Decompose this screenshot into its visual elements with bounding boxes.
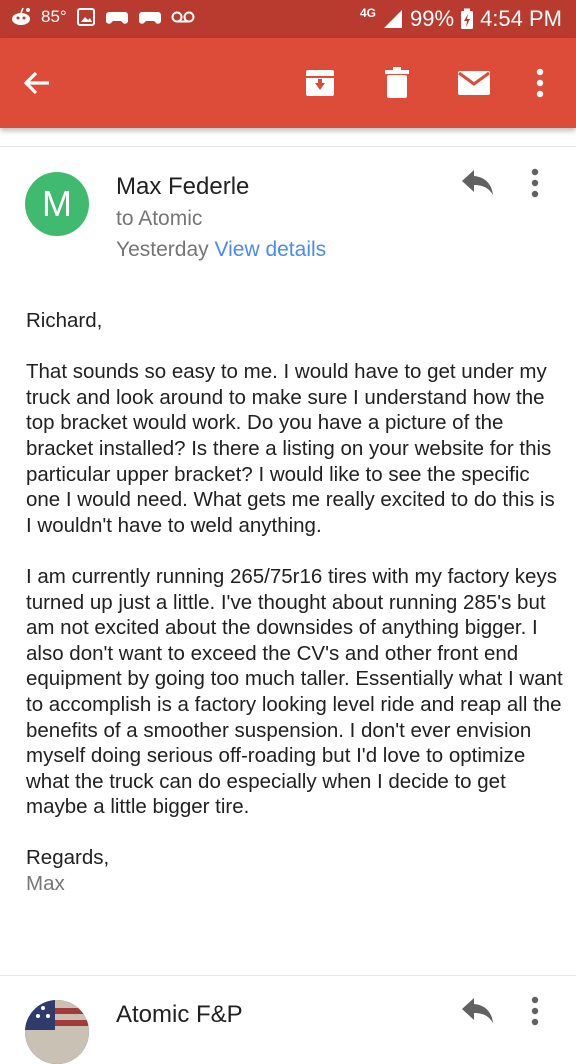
clock: 4:54 PM [480, 6, 562, 31]
reply-icon [462, 170, 493, 195]
status-bar: 85° 4G 99% 4:54 PM [0, 0, 576, 38]
view-details-link[interactable]: View details [214, 238, 326, 261]
battery-charging-icon [461, 8, 474, 29]
gamepad-icon [138, 12, 161, 24]
closing: Regards, [26, 846, 110, 870]
recipient-line: to Atomic [116, 207, 203, 230]
sender-name: Atomic F&P [116, 1001, 243, 1028]
message-more-button[interactable] [530, 168, 558, 204]
greeting: Richard, [26, 309, 103, 332]
toolbar [0, 38, 576, 128]
voicemail-icon [171, 11, 195, 23]
network-type: 4G [360, 6, 377, 20]
mark-unread-button[interactable] [451, 60, 497, 106]
signal-icon [384, 10, 403, 28]
divider [0, 975, 576, 976]
back-arrow-icon [23, 71, 49, 95]
image-icon [76, 8, 95, 26]
avatar[interactable]: M [25, 172, 89, 236]
message-date: Yesterday [116, 238, 209, 261]
reply-icon [462, 998, 493, 1023]
gamepad-icon [105, 12, 128, 24]
archive-icon [306, 70, 334, 96]
reddit-icon [12, 7, 30, 25]
divider [0, 146, 576, 147]
more-vert-icon [531, 168, 539, 198]
body-paragraph-2: I am currently running 265/75r16 tires w… [26, 564, 563, 819]
more-vert-icon [536, 68, 544, 98]
temperature: 85° [41, 7, 67, 26]
delete-button[interactable] [374, 60, 420, 106]
message-body: Richard, That sounds so easy to me. I wo… [26, 308, 566, 897]
avatar[interactable] [25, 1000, 89, 1064]
battery-percent: 99% [410, 6, 455, 31]
avatar-letter: M [42, 183, 72, 224]
date-line: Yesterday View details [116, 238, 326, 262]
flag-avatar-image [25, 1000, 89, 1064]
body-paragraph-1: That sounds so easy to me. I would have … [26, 360, 555, 537]
more-vert-icon [531, 996, 539, 1026]
back-button[interactable] [14, 60, 60, 106]
archive-button[interactable] [297, 60, 343, 106]
delete-icon [385, 67, 409, 98]
mail-icon [458, 71, 490, 95]
sender-name: Max Federle [116, 173, 250, 200]
reply-button[interactable] [460, 168, 500, 204]
more-options-button[interactable] [517, 60, 563, 106]
message-more-button[interactable] [530, 996, 558, 1032]
signature: Max [26, 872, 65, 896]
reply-button[interactable] [460, 996, 500, 1032]
